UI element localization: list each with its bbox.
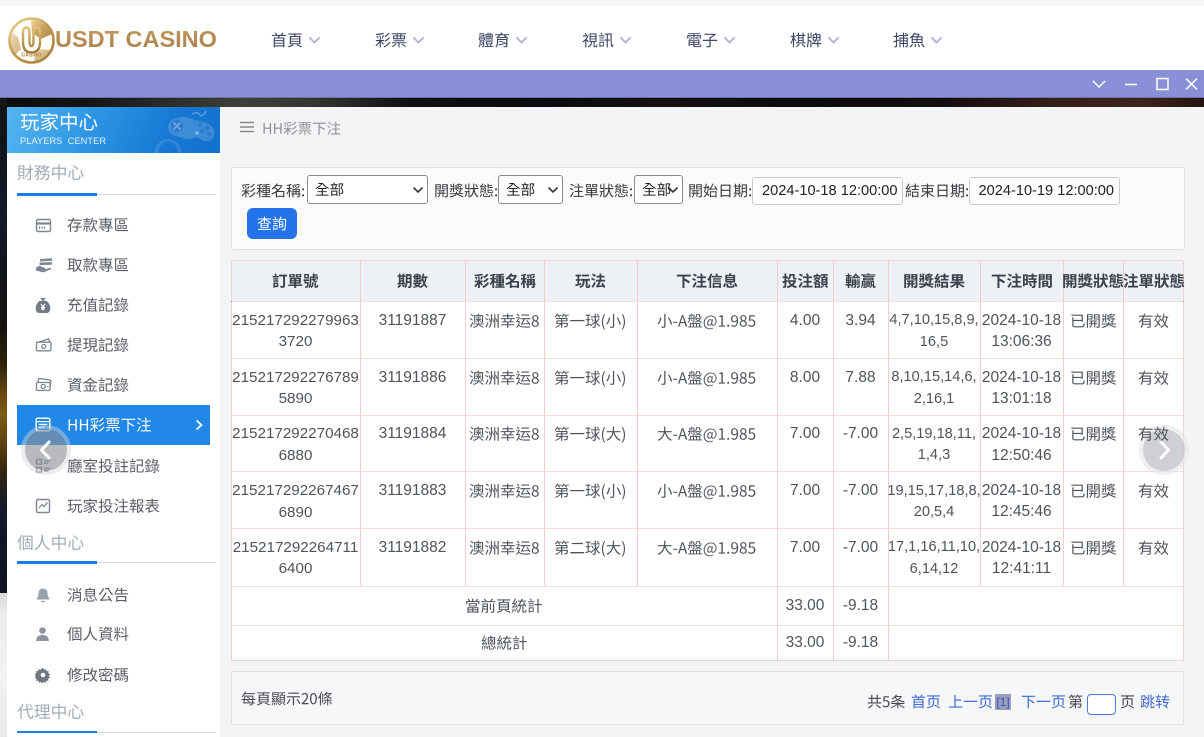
svg-text:CASINO: CASINO [21, 53, 41, 59]
